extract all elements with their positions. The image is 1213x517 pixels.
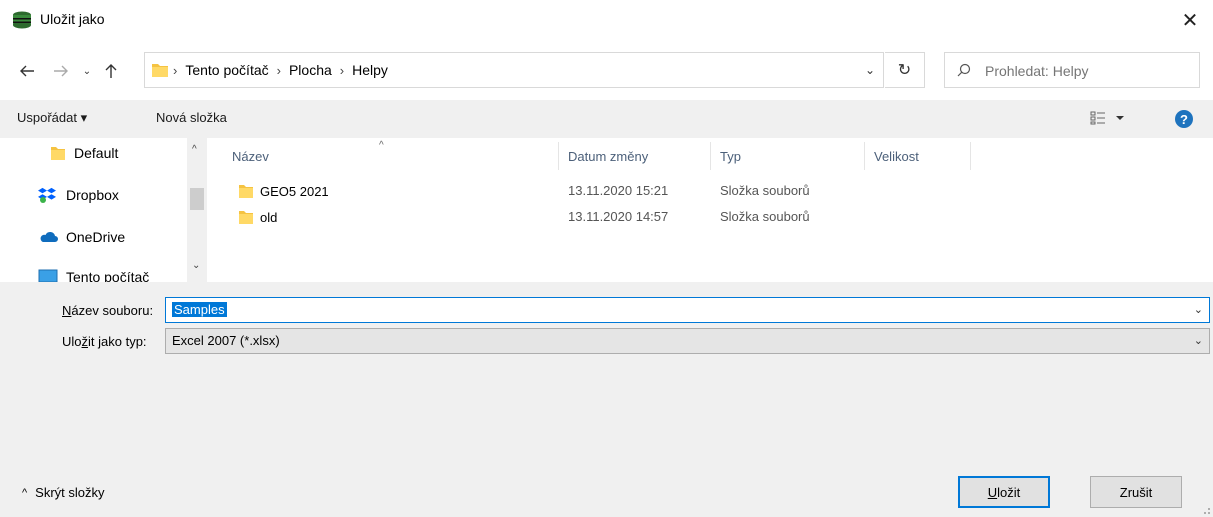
filename-label-text: ázev souboru: — [71, 303, 154, 318]
column-header-name[interactable]: Název — [208, 138, 558, 174]
command-toolbar: Uspořádat ▾ Nová složka ? — [0, 100, 1213, 138]
folder-icon — [152, 64, 168, 77]
forward-button[interactable] — [50, 60, 72, 82]
view-options-icon[interactable] — [1090, 111, 1126, 125]
close-icon: ✕ — [1181, 9, 1199, 32]
nav-item-label: Tento počítač — [66, 269, 150, 282]
scroll-up-icon[interactable]: ^ — [192, 144, 197, 155]
folder-icon — [239, 185, 253, 198]
nav-item-this-pc[interactable]: Tento počítač — [38, 262, 149, 282]
computer-icon — [38, 269, 58, 282]
cancel-button[interactable]: Zrušit — [1090, 476, 1182, 508]
navigation-bar: ⌄ › Tento počítač › Plocha › Helpy ⌄ ↻ — [0, 40, 1213, 100]
table-row[interactable]: GEO5 2021 13.11.2020 15:21 Složka soubor… — [208, 180, 828, 202]
breadcrumb-item[interactable]: Tento počítač — [185, 62, 268, 78]
help-icon[interactable]: ? — [1175, 110, 1193, 128]
close-button[interactable]: ✕ — [1167, 0, 1213, 40]
filename-label-mnemonic: N — [62, 303, 72, 318]
file-name: GEO5 2021 — [260, 183, 329, 199]
window-title: Uložit jako — [40, 11, 105, 27]
filetype-value: Excel 2007 (*.xlsx) — [172, 333, 280, 348]
recent-locations-button[interactable]: ⌄ — [76, 60, 98, 82]
column-divider[interactable] — [970, 142, 971, 170]
nav-item-dropbox[interactable]: Dropbox — [38, 180, 119, 210]
dropbox-icon — [38, 187, 56, 203]
file-name-cell: GEO5 2021 — [238, 183, 329, 199]
save-label: ložit — [997, 484, 1021, 500]
filetype-label-text: Ulo — [62, 334, 82, 349]
filetype-label: Uložit jako typ: — [62, 334, 147, 349]
column-header-type[interactable]: Typ — [696, 138, 846, 174]
resize-grip-icon[interactable] — [1201, 505, 1211, 515]
app-icon — [13, 11, 31, 29]
file-type: Složka souborů — [720, 183, 810, 198]
file-name-cell: old — [238, 209, 277, 225]
onedrive-icon — [40, 231, 58, 242]
filename-field[interactable]: Samples ⌄ — [165, 297, 1210, 323]
column-header-date[interactable]: Datum změny — [544, 138, 696, 174]
filetype-label-text: it jako typ: — [88, 334, 147, 349]
save-label-mnemonic: U — [987, 484, 998, 500]
new-folder-button[interactable]: Nová složka — [156, 110, 227, 125]
filetype-select[interactable]: Excel 2007 (*.xlsx) ⌄ — [165, 328, 1210, 354]
refresh-icon: ↻ — [897, 62, 912, 79]
breadcrumb-item[interactable]: Plocha — [289, 62, 332, 78]
breadcrumb-separator-icon[interactable]: › — [340, 63, 344, 78]
address-bar[interactable]: › Tento počítač › Plocha › Helpy ⌄ — [144, 52, 884, 88]
back-button[interactable] — [16, 60, 38, 82]
breadcrumb: › Tento počítač › Plocha › Helpy — [173, 62, 388, 78]
scroll-down-icon[interactable]: ⌄ — [192, 260, 200, 271]
chevron-down-icon[interactable]: ⌄ — [1194, 303, 1203, 316]
save-form: Název souboru: Samples ⌄ Uložit jako typ… — [0, 282, 1213, 517]
column-header-label: Velikost — [874, 148, 919, 164]
search-box[interactable] — [944, 52, 1200, 88]
nav-pane-scrollbar[interactable]: ^ ⌄ — [187, 138, 207, 282]
column-header-size[interactable]: Velikost — [850, 138, 970, 174]
nav-item-onedrive[interactable]: OneDrive — [38, 222, 125, 252]
chevron-down-icon: ⌄ — [82, 65, 92, 77]
breadcrumb-separator-icon[interactable]: › — [277, 63, 281, 78]
file-date: 13.11.2020 14:57 — [568, 209, 669, 224]
up-button[interactable] — [100, 60, 122, 82]
navigation-pane: Default Dropbox OneDrive Tento počítač — [0, 138, 208, 282]
nav-item-label: Default — [74, 145, 119, 161]
search-icon — [957, 63, 971, 77]
arrow-up-icon — [105, 64, 117, 78]
table-row[interactable]: old 13.11.2020 14:57 Složka souborů — [208, 206, 828, 228]
search-input[interactable] — [985, 61, 1185, 81]
organize-button[interactable]: Uspořádat ▾ — [17, 110, 87, 126]
chevron-down-icon[interactable]: ⌄ — [1194, 334, 1203, 347]
nav-item-label: Dropbox — [66, 187, 119, 203]
arrow-right-icon — [54, 65, 68, 77]
scrollbar-thumb[interactable] — [190, 188, 204, 210]
column-header-label: Datum změny — [568, 148, 649, 164]
breadcrumb-separator-icon[interactable]: › — [173, 63, 177, 78]
column-header-label: Typ — [720, 148, 741, 164]
nav-item-default[interactable]: Default — [50, 138, 118, 168]
chevron-up-icon: ^ — [22, 486, 28, 499]
hide-folders-label: Skrýt složky — [35, 485, 105, 500]
file-date: 13.11.2020 15:21 — [568, 183, 669, 198]
folder-icon — [51, 147, 65, 160]
file-list: ^ Název Datum změny Typ Velikost GEO5 20… — [208, 138, 1213, 282]
nav-item-label: OneDrive — [66, 229, 126, 245]
filename-input[interactable]: Samples — [172, 302, 227, 317]
breadcrumb-item[interactable]: Helpy — [352, 62, 388, 78]
filename-label: Název souboru: — [62, 303, 153, 318]
column-header-label: Název — [232, 148, 269, 164]
address-dropdown-icon[interactable]: ⌄ — [865, 63, 875, 77]
file-type: Složka souborů — [720, 209, 810, 224]
arrow-left-icon — [20, 65, 34, 77]
hide-folders-button[interactable]: ^ Skrýt složky — [22, 485, 105, 500]
file-name: old — [260, 209, 278, 225]
refresh-button[interactable]: ↻ — [885, 52, 925, 88]
save-button[interactable]: Uložit — [958, 476, 1050, 508]
title-bar: Uložit jako ✕ — [0, 0, 1213, 40]
folder-icon — [239, 211, 253, 224]
